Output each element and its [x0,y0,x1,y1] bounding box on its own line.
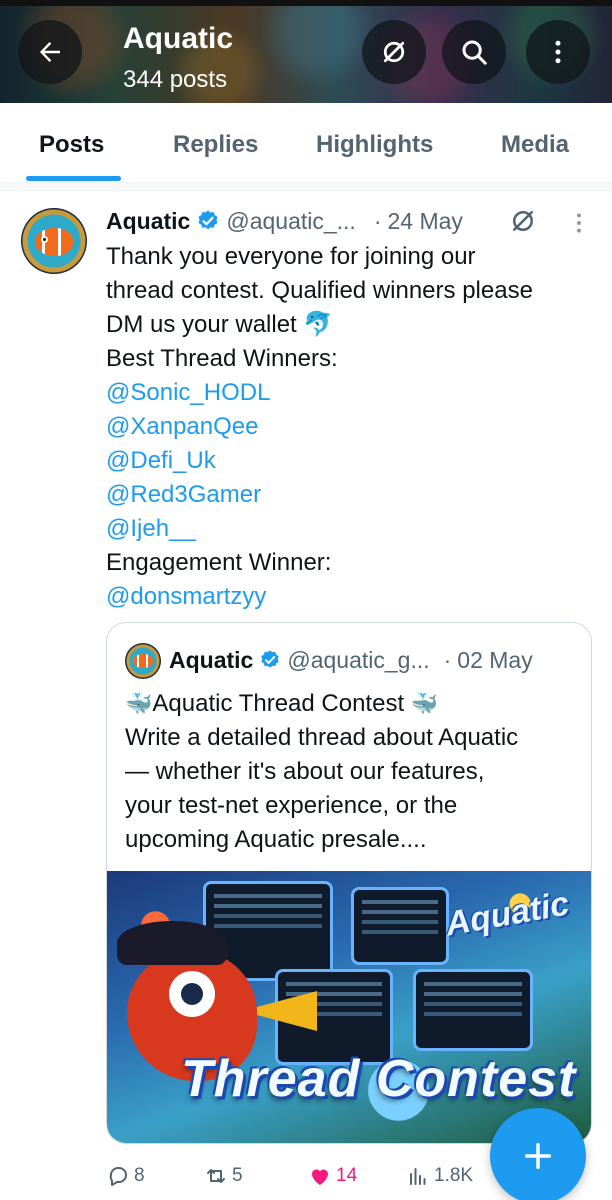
tweet-text-line: Thank you everyone for joining our [106,243,476,270]
post-count: 344 posts [123,66,228,93]
hide-crypto-button[interactable] [362,20,426,84]
no-crypto-icon [383,41,405,63]
separator-dot: · [373,207,382,234]
mention-link[interactable]: @XanpanQee [106,410,596,444]
profile-tabs: Posts Replies Highlights Media [0,103,612,183]
reply-icon [109,1167,127,1186]
quote-header: Aquatic @aquatic_g... · 02 May [169,644,533,676]
more-vertical-icon [555,40,561,64]
section-divider [0,183,612,191]
tweet-text-line: Best Thread Winners: [106,345,338,372]
tweet-body: Thank you everyone for joining our threa… [106,240,596,614]
back-button[interactable] [18,20,82,84]
verified-badge-icon [261,650,280,668]
view-count: 1.8K [434,1165,474,1186]
heart-icon [312,1169,328,1185]
more-options-button[interactable] [526,20,590,84]
repost-icon [207,1169,225,1183]
like-button[interactable]: 14 [308,1158,357,1194]
search-icon [462,40,487,65]
quote-body: 🐳Aquatic Thread Contest 🐳 Write a detail… [125,687,585,857]
compose-button[interactable] [490,1108,586,1200]
author-handle[interactable]: @aquatic_... [226,208,355,235]
tweet-date[interactable]: 24 May [388,208,463,235]
clownfish-logo [133,654,153,668]
tab-replies[interactable]: Replies [173,131,258,159]
mention-link[interactable]: @Red3Gamer [106,478,596,512]
fish-eye [169,971,215,1017]
screenshot-card [413,969,533,1051]
tweet-text-line: DM us your wallet 🐬 [106,311,334,338]
reply-button[interactable]: 8 [106,1158,145,1194]
tab-highlights[interactable]: Highlights [316,131,433,159]
repost-button[interactable]: 5 [204,1158,243,1194]
clownfish-logo [35,228,73,256]
quote-text-line: — whether it's about our features, [125,758,485,785]
views-button[interactable]: 1.8K [406,1158,473,1194]
like-count: 14 [336,1165,358,1186]
mention-link[interactable]: @Defi_Uk [106,444,596,478]
verified-badge-icon [198,210,218,230]
repost-count: 5 [232,1165,243,1186]
tweet-text-line: thread contest. Qualified winners please [106,277,533,304]
pirate-hat [117,921,227,965]
quote-avatar [125,643,161,679]
mention-link[interactable]: @Sonic_HODL [106,376,596,410]
quoted-tweet-card[interactable]: Aquatic @aquatic_g... · 02 May 🐳Aquatic … [106,622,592,1144]
tab-media[interactable]: Media [501,131,569,159]
quote-text-line: upcoming Aquatic presale.... [125,826,427,853]
arrow-left-icon [40,42,60,62]
quote-title: 🐳Aquatic Thread Contest 🐳 [125,687,585,721]
avatar[interactable] [21,208,87,274]
quote-date: 02 May [457,646,533,673]
no-crypto-icon[interactable] [508,206,538,236]
views-chart-icon [410,1168,426,1185]
profile-header-banner [0,0,612,103]
mention-link[interactable]: @Ijeh__ [106,512,596,546]
tweet-header: Aquatic @aquatic_... · 24 May [106,206,463,236]
mention-link[interactable]: @donsmartzyy [106,580,596,614]
profile-name: Aquatic [123,22,234,55]
quote-text-line: Write a detailed thread about Aquatic [125,724,519,751]
status-bar [0,0,612,6]
active-tab-indicator [26,176,121,181]
whale-emoji: 🐳 [410,691,439,716]
banner-headline: Thread Contest [181,1050,577,1108]
separator-dot: · [443,646,452,673]
engagement-label: Engagement Winner: [106,549,332,576]
banner-brand-text: Aquatic [442,884,572,944]
quote-title-text: Aquatic Thread Contest [152,690,405,717]
plus-icon [524,1142,552,1170]
quote-text-line: your test-net experience, or the [125,792,458,819]
tab-posts[interactable]: Posts [39,131,104,159]
contest-banner-image[interactable]: Aquatic Thread Contest [107,871,591,1143]
author-name[interactable]: Aquatic [106,208,190,235]
quote-author-name: Aquatic [169,646,254,673]
search-button[interactable] [442,20,506,84]
reply-count: 8 [134,1165,145,1186]
whale-emoji: 🐳 [125,691,153,716]
quote-author-handle: @aquatic_g... [287,646,430,673]
fish-eye [41,236,48,243]
tweet-more-icon[interactable] [568,210,590,236]
screenshot-card [351,887,449,965]
